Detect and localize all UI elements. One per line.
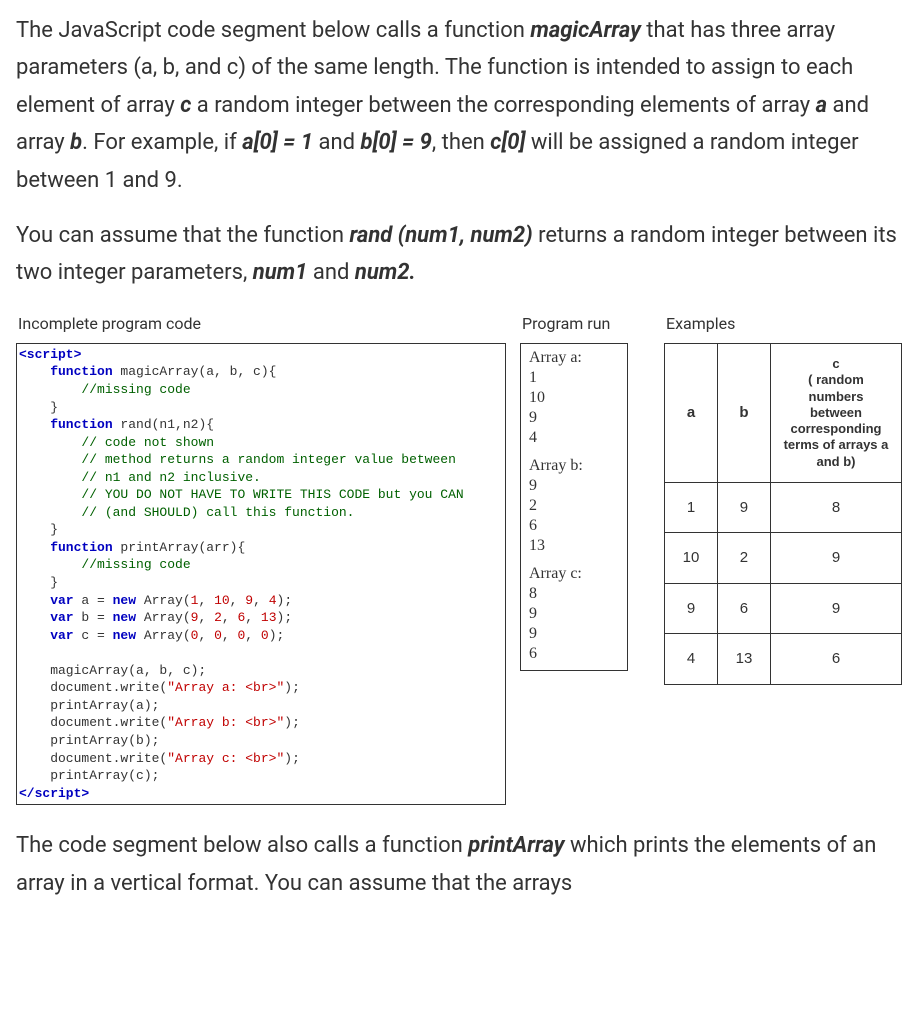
col-b: b <box>717 343 770 482</box>
table-row: 4 13 6 <box>665 634 902 685</box>
run-header: Program run <box>522 310 650 337</box>
col-c: c ( random numbers between corresponding… <box>770 343 901 482</box>
examples-column: Examples a b c ( random numbers between … <box>664 310 902 685</box>
fn-rand: rand (num1, num2) <box>349 223 538 248</box>
fn-printarray: printArray <box>468 833 564 858</box>
table-row: 10 2 9 <box>665 533 902 584</box>
fn-magicarray: magicArray <box>530 18 640 43</box>
intro-paragraph-2: You can assume that the function rand (n… <box>16 217 899 292</box>
table-row: 9 6 9 <box>665 583 902 634</box>
code-header: Incomplete program code <box>18 310 506 337</box>
col-a: a <box>665 343 718 482</box>
examples-header: Examples <box>666 310 902 337</box>
code-column: Incomplete program code <script> functio… <box>16 310 506 805</box>
run-column: Program run Array a: 1 10 9 4 Array b: 9… <box>520 310 650 671</box>
code-box: <script> function magicArray(a, b, c){ /… <box>16 343 506 805</box>
table-row: 1 9 8 <box>665 482 902 533</box>
intro-paragraph-1: The JavaScript code segment below calls … <box>16 12 899 199</box>
run-box: Array a: 1 10 9 4 Array b: 9 2 6 13 Arra… <box>520 343 628 671</box>
examples-table: a b c ( random numbers between correspon… <box>664 343 902 685</box>
footer-paragraph: The code segment below also calls a func… <box>16 827 899 902</box>
